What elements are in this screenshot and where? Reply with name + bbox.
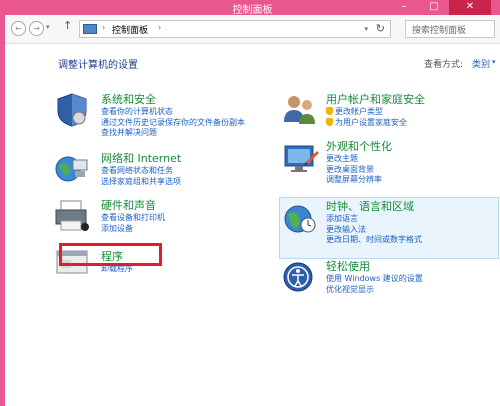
breadcrumb-control-panel[interactable]: 控制面板	[112, 23, 148, 36]
ease-of-access-icon	[283, 262, 313, 292]
forward-button[interactable]: →	[29, 21, 44, 36]
category-network-internet: 网络和 Internet 查看网络状态和任务 选择家庭组和共享选项	[101, 152, 181, 187]
address-separator-icon[interactable]: ›	[102, 23, 105, 32]
link-family-safety-text: 为用户设置家庭安全	[335, 117, 407, 127]
category-clock-language: 时钟、语言和区域 添加语言 更改输入法 更改日期、时间或数字格式	[326, 200, 422, 246]
category-title-clock[interactable]: 时钟、语言和区域	[326, 200, 422, 214]
link-optimize-display[interactable]: 优化视觉显示	[326, 285, 423, 296]
category-hardware-sound: 硬件和声音 查看设备和打印机 添加设备	[101, 199, 165, 234]
page-title: 调整计算机的设置	[58, 60, 138, 71]
link-recommended-settings[interactable]: 使用 Windows 建议的设置	[326, 274, 423, 285]
users-icon	[284, 96, 315, 124]
link-change-account-type[interactable]: 更改帐户类型	[326, 107, 425, 118]
category-title-hardware[interactable]: 硬件和声音	[101, 199, 165, 213]
shield-icon	[57, 93, 87, 127]
title-bar[interactable]: 控制面板 – □ ✕	[5, 0, 500, 16]
view-by-select[interactable]: 类别	[472, 57, 490, 70]
category-title-ease[interactable]: 轻松使用	[326, 260, 423, 274]
link-date-time-format[interactable]: 更改日期、时间或数字格式	[326, 235, 422, 246]
printer-icon	[55, 200, 89, 231]
link-desktop-background[interactable]: 更改桌面背景	[326, 165, 392, 176]
up-button[interactable]: ↑	[63, 19, 72, 32]
view-by-label: 查看方式:	[424, 60, 464, 70]
address-bar[interactable]: › 控制面板 › ▾ ↻	[79, 20, 391, 38]
category-system-security: 系统和安全 查看你的计算机状态 通过文件历史记录保存你的文件备份副本 查找并解决…	[101, 93, 245, 139]
control-panel-icon	[83, 24, 97, 34]
link-homegroup-sharing[interactable]: 选择家庭组和共享选项	[101, 177, 181, 188]
search-placeholder: 搜索控制面板	[412, 26, 467, 36]
uac-shield-icon	[326, 117, 333, 126]
category-appearance: 外观和个性化 更改主题 更改桌面背景 调整屏幕分辨率	[326, 140, 392, 186]
refresh-icon[interactable]: ↻	[376, 22, 385, 35]
search-input[interactable]: 搜索控制面板	[405, 20, 495, 38]
appearance-icon	[284, 145, 319, 172]
link-change-account-type-text: 更改帐户类型	[335, 107, 383, 116]
category-title-network[interactable]: 网络和 Internet	[101, 152, 181, 166]
category-title-appearance[interactable]: 外观和个性化	[326, 140, 392, 154]
minimize-button[interactable]: –	[389, 0, 419, 15]
link-family-safety[interactable]: 为用户设置家庭安全	[326, 117, 425, 129]
annotation-red-box	[59, 243, 162, 266]
category-title-users[interactable]: 用户帐户和家庭安全	[326, 93, 425, 107]
link-add-device[interactable]: 添加设备	[101, 224, 165, 235]
category-ease-of-access: 轻松使用 使用 Windows 建议的设置 优化视觉显示	[326, 260, 423, 295]
link-add-language[interactable]: 添加语言	[326, 214, 422, 225]
network-globe-icon	[55, 156, 88, 182]
link-devices-printers[interactable]: 查看设备和打印机	[101, 213, 165, 224]
navigation-bar: ← → ▾ ↑ › 控制面板 › ▾ ↻ 搜索控制面板	[5, 15, 500, 44]
control-panel-window: 控制面板 – □ ✕ ← → ▾ ↑ › 控制面板 › ▾ ↻ 搜索控制面板 调…	[5, 0, 500, 406]
category-title-system-security[interactable]: 系统和安全	[101, 93, 245, 107]
close-button[interactable]: ✕	[449, 0, 491, 15]
address-dropdown-icon[interactable]: ▾	[364, 25, 368, 33]
maximize-button[interactable]: □	[419, 0, 449, 15]
link-change-theme[interactable]: 更改主题	[326, 154, 392, 165]
clock-globe-icon	[284, 205, 316, 233]
back-button[interactable]: ←	[11, 21, 26, 36]
link-troubleshoot[interactable]: 查找并解决问题	[101, 128, 245, 139]
address-separator-icon[interactable]: ›	[158, 23, 161, 32]
uac-shield-icon	[326, 107, 333, 115]
category-user-accounts: 用户帐户和家庭安全 更改帐户类型 为用户设置家庭安全	[326, 93, 425, 128]
link-view-computer-status[interactable]: 查看你的计算机状态	[101, 107, 245, 118]
link-file-history-backup[interactable]: 通过文件历史记录保存你的文件备份副本	[101, 118, 245, 129]
recent-locations-dropdown[interactable]: ▾	[46, 23, 50, 31]
view-by-dropdown-icon[interactable]: ▾	[492, 58, 496, 66]
link-change-input-method[interactable]: 更改输入法	[326, 225, 422, 236]
link-screen-resolution[interactable]: 调整屏幕分辨率	[326, 175, 392, 186]
link-network-status[interactable]: 查看网络状态和任务	[101, 166, 181, 177]
